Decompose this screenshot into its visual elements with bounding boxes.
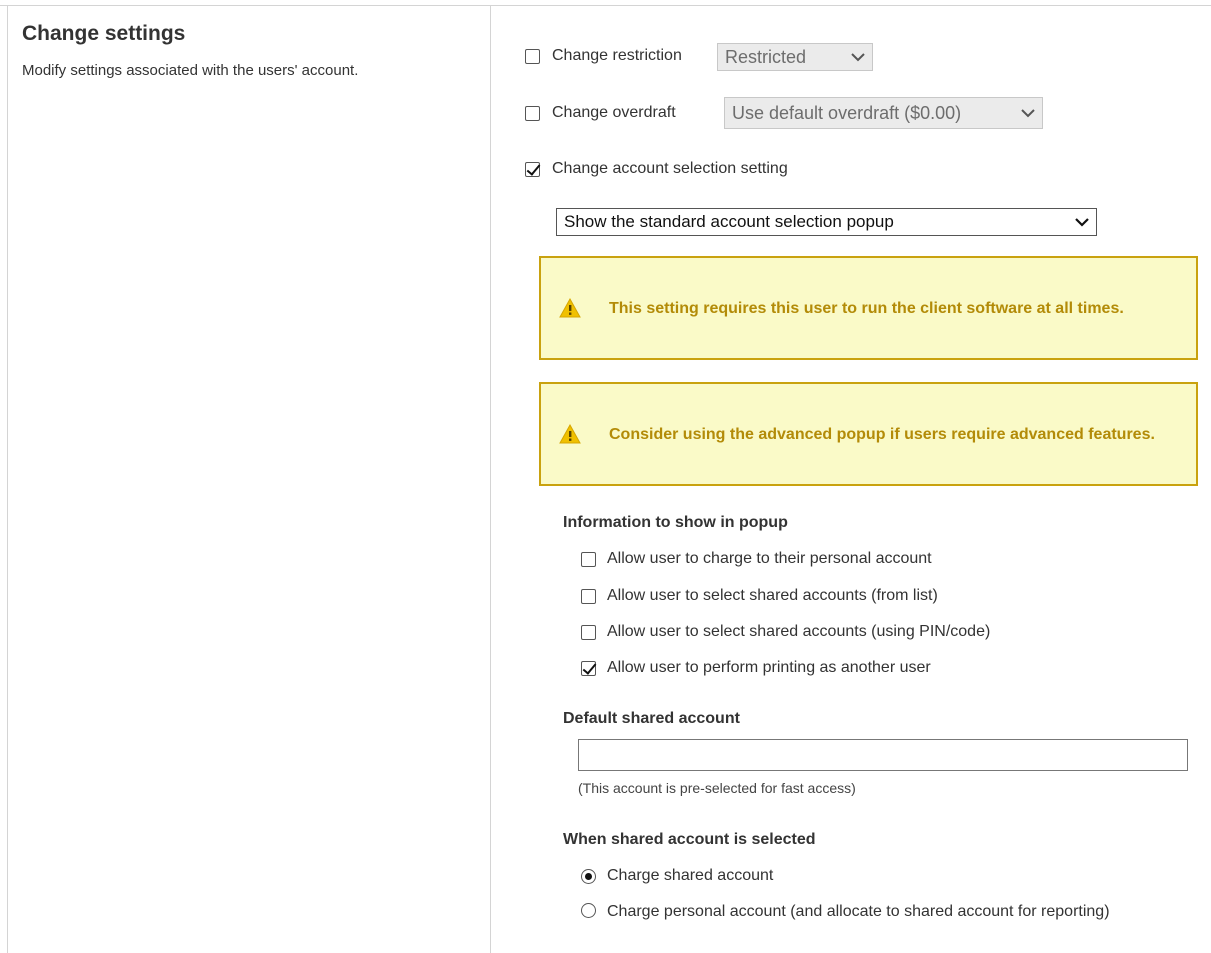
settings-panel: Change restriction Restricted Change ove…: [0, 0, 1211, 953]
change-account-selection-checkbox[interactable]: [525, 161, 540, 177]
radio-charge-personal: Charge personal account (and allocate to…: [558, 896, 1118, 928]
popup-option-checkbox[interactable]: [581, 551, 596, 567]
change-overdraft-row: Change overdraft: [525, 104, 676, 122]
change-restriction-checkbox[interactable]: [525, 48, 540, 64]
change-overdraft-checkbox[interactable]: [525, 105, 540, 121]
overdraft-select[interactable]: Use default overdraft ($0.00): [724, 97, 1043, 129]
popup-option-label: Allow user to perform printing as anothe…: [607, 659, 931, 676]
warning-text: This setting requires this user to run t…: [609, 299, 1124, 317]
change-account-selection-row: Change account selection setting: [525, 160, 788, 178]
change-overdraft-label: Change overdraft: [552, 104, 676, 121]
warning-icon: [559, 298, 581, 318]
radio-charge-shared: Charge shared account: [581, 867, 773, 885]
default-shared-account-input[interactable]: [578, 739, 1188, 771]
restriction-select[interactable]: Restricted: [717, 43, 873, 71]
popup-option-label: Allow user to charge to their personal a…: [607, 550, 932, 567]
popup-option-label: Allow user to select shared accounts (fr…: [607, 587, 938, 604]
change-restriction-row: Change restriction: [525, 47, 682, 65]
popup-option-shared-pin: Allow user to select shared accounts (us…: [581, 623, 990, 641]
radio-label: Charge personal account (and allocate to…: [607, 903, 1110, 920]
restriction-select-value: Restricted: [725, 46, 807, 67]
change-account-selection-label: Change account selection setting: [552, 160, 788, 177]
popup-info-heading: Information to show in popup: [563, 514, 788, 531]
default-shared-hint: (This account is pre-selected for fast a…: [578, 780, 856, 796]
charge-shared-radio[interactable]: [581, 868, 596, 884]
shared-selected-heading: When shared account is selected: [563, 831, 816, 848]
account-selection-select[interactable]: Show the standard account selection popu…: [556, 208, 1097, 236]
overdraft-select-value: Use default overdraft ($0.00): [732, 102, 962, 123]
charge-personal-radio[interactable]: [581, 903, 596, 918]
popup-option-label: Allow user to select shared accounts (us…: [607, 623, 991, 640]
popup-option-checkbox[interactable]: [581, 660, 596, 676]
chevron-down-icon: [851, 53, 865, 62]
popup-option-checkbox[interactable]: [581, 588, 596, 604]
chevron-down-icon: [1021, 109, 1035, 118]
change-restriction-label: Change restriction: [552, 47, 682, 64]
popup-option-checkbox[interactable]: [581, 624, 596, 640]
radio-label: Charge shared account: [607, 867, 774, 884]
popup-option-personal-account: Allow user to charge to their personal a…: [581, 550, 932, 568]
chevron-down-icon: [1075, 218, 1089, 227]
warning-text: Consider using the advanced popup if use…: [609, 425, 1155, 443]
warning-icon: [559, 424, 581, 444]
popup-option-shared-list: Allow user to select shared accounts (fr…: [581, 587, 938, 605]
account-selection-select-value: Show the standard account selection popu…: [564, 212, 894, 231]
warning-box-client-software: This setting requires this user to run t…: [539, 256, 1198, 360]
warning-box-advanced-popup: Consider using the advanced popup if use…: [539, 382, 1198, 486]
default-shared-heading: Default shared account: [563, 710, 740, 727]
popup-option-print-as-another: Allow user to perform printing as anothe…: [581, 659, 931, 677]
